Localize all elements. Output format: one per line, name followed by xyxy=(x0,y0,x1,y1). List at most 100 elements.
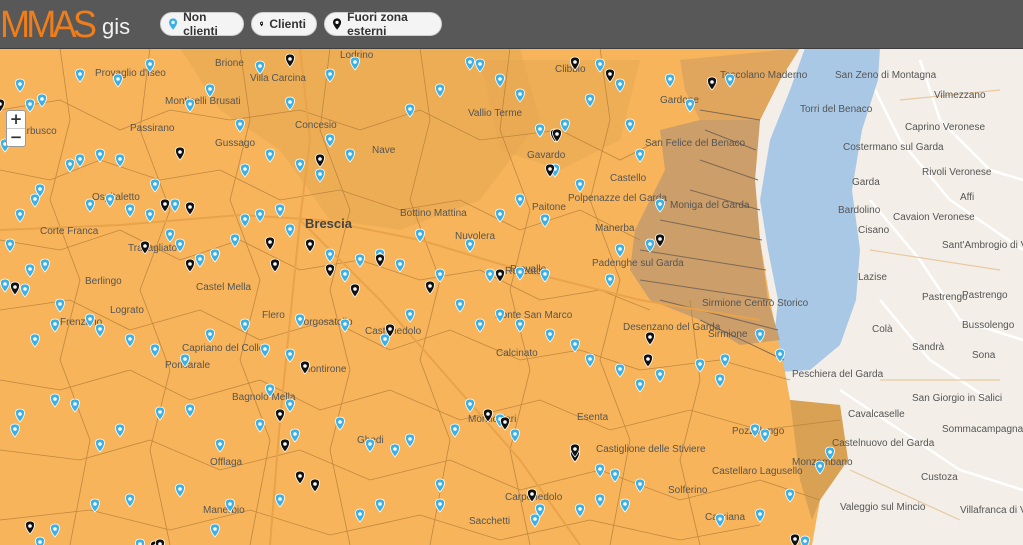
marker-dot xyxy=(378,502,382,506)
marker-dot xyxy=(98,152,102,156)
place-label: Brione xyxy=(215,58,244,69)
app-logo[interactable]: MMAS gis xyxy=(0,4,130,44)
marker-dot xyxy=(293,432,297,436)
marker-dot xyxy=(213,527,217,531)
marker-dot xyxy=(358,257,362,261)
marker-dot xyxy=(498,272,502,276)
place-label-city: Brescia xyxy=(305,216,353,231)
marker-dot xyxy=(778,352,782,356)
place-label: Padenghe sul Garda xyxy=(592,258,684,269)
place-label: Bardolino xyxy=(838,205,881,216)
place-label: Clibbio xyxy=(555,64,586,75)
marker-dot xyxy=(298,474,302,478)
marker-dot xyxy=(428,284,432,288)
marker-dot xyxy=(178,487,182,491)
place-label: San Felice del Benaco xyxy=(645,138,746,149)
marker-dot xyxy=(38,187,42,191)
marker-dot xyxy=(438,502,442,506)
marker-dot xyxy=(578,182,582,186)
marker-dot xyxy=(438,87,442,91)
place-label: Villafranca di Verona xyxy=(960,505,1023,516)
place-label: Paitone xyxy=(532,202,566,213)
place-label: Polpenazze del Garda xyxy=(568,193,667,204)
marker-dot xyxy=(98,327,102,331)
marker-dot xyxy=(338,420,342,424)
marker-dot xyxy=(358,512,362,516)
filter-fuori-zona-button[interactable]: Fuori zona esterni xyxy=(324,10,442,38)
marker-dot xyxy=(268,240,272,244)
place-label: Costermano sul Garda xyxy=(843,142,944,153)
marker-dot xyxy=(98,442,102,446)
marker-dot xyxy=(488,272,492,276)
place-label: Villa Carcina xyxy=(250,73,306,84)
filter-non-clienti-button[interactable]: Non clienti xyxy=(160,10,244,38)
place-label: Calcinato xyxy=(496,348,538,359)
place-label: Cavaion Veronese xyxy=(893,212,975,223)
marker-dot xyxy=(173,202,177,206)
marker-dot xyxy=(438,272,442,276)
map-view[interactable]: Brione Villa Carcina Lodrino Monticelli … xyxy=(0,48,1023,545)
marker-dot xyxy=(188,262,192,266)
marker-dot xyxy=(258,64,262,68)
map-canvas[interactable]: Brione Villa Carcina Lodrino Monticelli … xyxy=(0,48,1023,545)
marker-dot xyxy=(543,272,547,276)
place-label: Manerba xyxy=(595,223,635,234)
place-label: Concesio xyxy=(295,120,337,131)
marker-dot xyxy=(543,217,547,221)
marker-dot xyxy=(308,242,312,246)
marker-dot xyxy=(143,244,147,248)
place-label: Nuvolera xyxy=(455,231,495,242)
marker-dot xyxy=(313,482,317,486)
marker-dot xyxy=(13,285,17,289)
marker-dot xyxy=(188,205,192,209)
marker-dot xyxy=(288,227,292,231)
marker-dot xyxy=(288,352,292,356)
marker-dot xyxy=(28,102,32,106)
place-label: Sacchetti xyxy=(469,516,510,527)
marker-dot xyxy=(288,402,292,406)
marker-dot xyxy=(408,437,412,441)
place-label: Passirano xyxy=(130,123,175,134)
marker-dot xyxy=(538,127,542,131)
marker-dot xyxy=(578,507,582,511)
marker-dot xyxy=(518,92,522,96)
marker-dot xyxy=(318,157,322,161)
place-label: Travagliato xyxy=(128,243,178,254)
marker-dot xyxy=(608,277,612,281)
marker-dot xyxy=(33,337,37,341)
place-label: Custoza xyxy=(921,472,958,483)
marker-dot xyxy=(763,432,767,436)
place-label: Lazise xyxy=(858,272,887,283)
marker-dot xyxy=(8,242,12,246)
marker-dot xyxy=(128,207,132,211)
place-label: Monticelli Brusati xyxy=(165,96,241,107)
place-label: Nave xyxy=(372,145,396,156)
marker-dot xyxy=(188,407,192,411)
zoom-in-button[interactable]: + xyxy=(7,111,25,128)
place-label: Sona xyxy=(972,350,996,361)
place-label: Moniga del Garda xyxy=(670,200,750,211)
marker-dot xyxy=(728,77,732,81)
marker-dot xyxy=(303,364,307,368)
marker-dot xyxy=(128,337,132,341)
filter-label: Clienti xyxy=(269,17,306,31)
marker-dot xyxy=(178,242,182,246)
marker-dot xyxy=(268,152,272,156)
marker-dot xyxy=(43,262,47,266)
marker-dot xyxy=(478,322,482,326)
marker-dot xyxy=(788,492,792,496)
marker-dot xyxy=(518,270,522,274)
filter-clienti-button[interactable]: Clienti xyxy=(251,12,317,36)
zoom-out-button[interactable]: − xyxy=(7,128,25,146)
marker-dot xyxy=(618,82,622,86)
marker-dot xyxy=(158,410,162,414)
place-label: Caprino Veronese xyxy=(905,122,985,133)
marker-dot xyxy=(573,60,577,64)
place-label: Sant'Ambrogio di Valpolicella xyxy=(942,240,1023,251)
marker-dot xyxy=(368,442,372,446)
marker-dot xyxy=(318,172,322,176)
marker-dot xyxy=(13,427,17,431)
marker-dot xyxy=(598,62,602,66)
place-label: Castelnuovo del Garda xyxy=(832,438,935,449)
marker-dot xyxy=(513,432,517,436)
